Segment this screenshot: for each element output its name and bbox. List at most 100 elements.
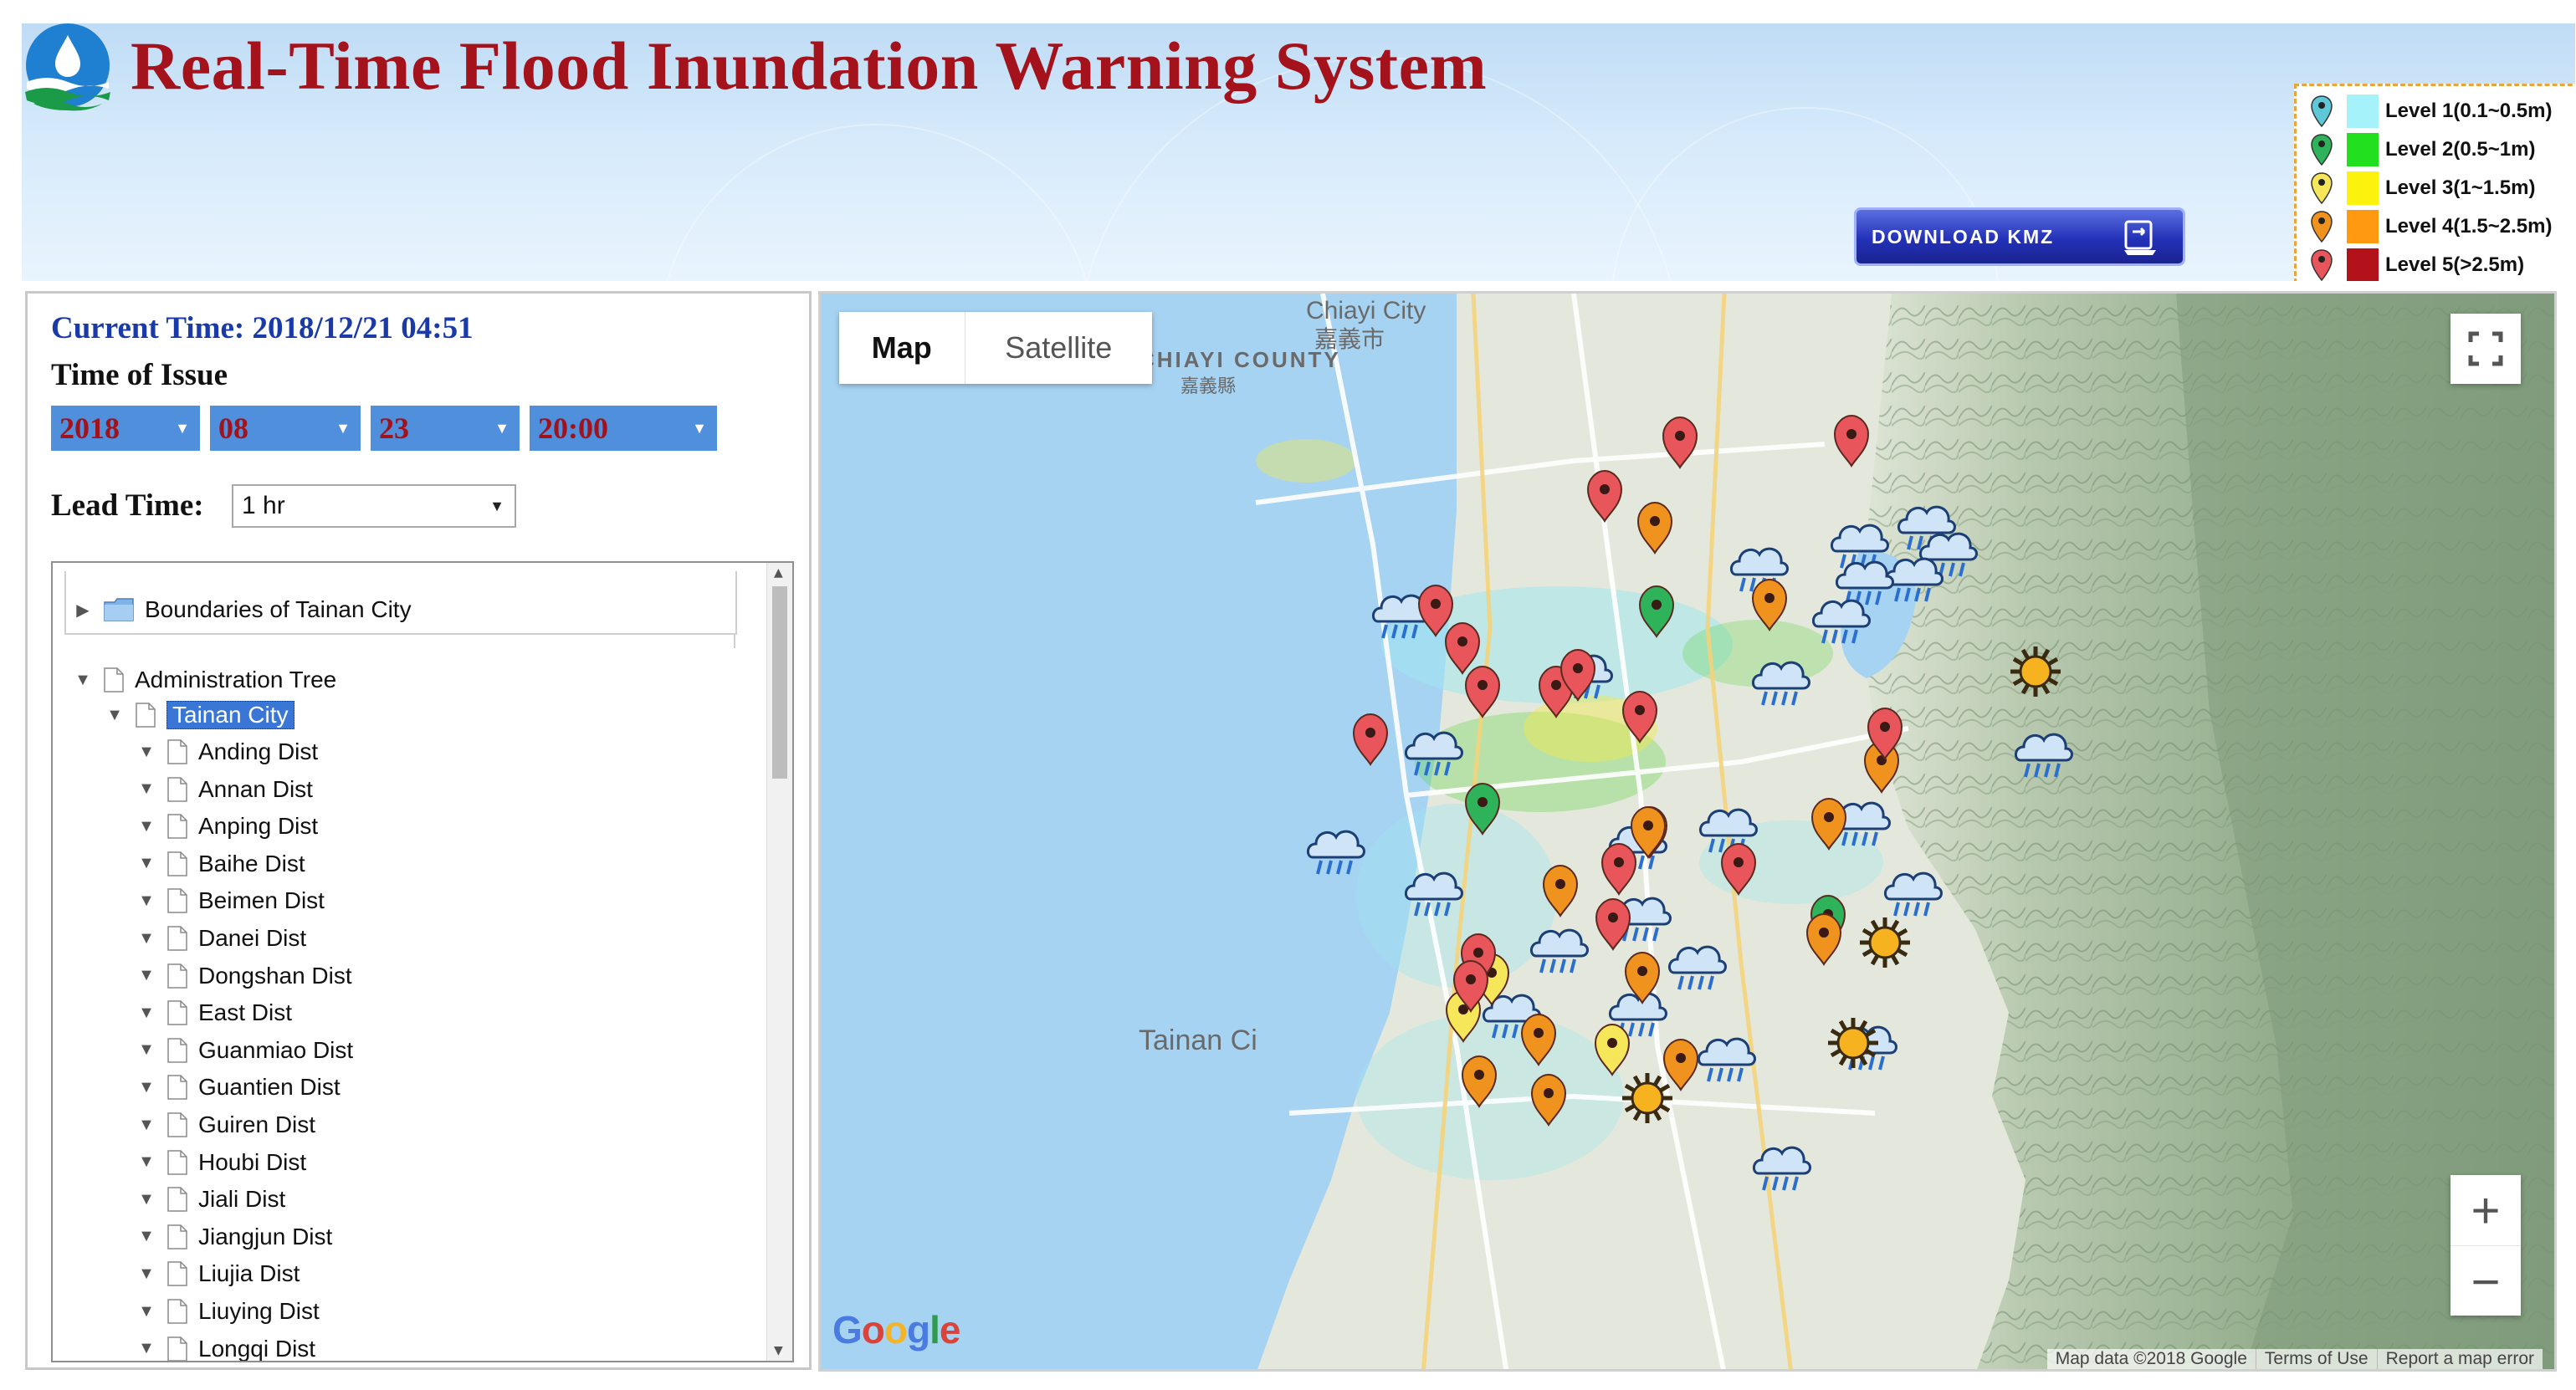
tree-node-district[interactable]: ▼ Baihe Dist	[136, 846, 305, 882]
report-map-error-link[interactable]: Report a map error	[2376, 1349, 2543, 1369]
google-logo-letter: G	[832, 1308, 863, 1352]
map-canvas[interactable]: CHIAYI COUNTY 嘉義縣 Chiayi City 嘉義市 Tainan…	[821, 294, 2557, 1372]
year-select[interactable]: 2018 ▼	[51, 406, 200, 451]
tree-node-district[interactable]: ▼ Danei Dist	[136, 920, 306, 957]
fullscreen-button[interactable]	[2451, 314, 2521, 384]
tree-node-district[interactable]: ▼ Liujia Dist	[136, 1255, 300, 1292]
tree-node-district[interactable]: ▼ Guantien Dist	[136, 1069, 341, 1106]
map-label-chiayi-city-zh: 嘉義市	[1314, 326, 1385, 352]
collapse-arrow-icon[interactable]: ▼	[136, 1190, 156, 1209]
scroll-up-arrow-icon[interactable]: ▲	[774, 566, 783, 580]
document-icon	[167, 851, 187, 876]
tree-node-district[interactable]: ▼ Jiangjun Dist	[136, 1219, 332, 1255]
tree-label: Longqi Dist	[198, 1335, 316, 1362]
tree-label: Baihe Dist	[198, 850, 305, 876]
tree-scrollbar[interactable]: ▲ ▼	[766, 563, 792, 1361]
fullscreen-icon	[2468, 331, 2503, 366]
document-icon	[167, 1261, 187, 1287]
document-icon	[167, 1149, 187, 1175]
collapse-arrow-icon[interactable]: ▼	[136, 966, 156, 985]
tree-node-administration[interactable]: ▼ Administration Tree	[73, 662, 336, 698]
hour-select[interactable]: 20:00 ▼	[530, 406, 717, 451]
tree-node-district[interactable]: ▼ East Dist	[136, 994, 292, 1031]
tree-label: East Dist	[198, 999, 293, 1026]
collapse-arrow-icon[interactable]: ▼	[105, 706, 125, 725]
terms-of-use-link[interactable]: Terms of Use	[2255, 1349, 2377, 1369]
legend-swatch	[2347, 133, 2379, 166]
flood-level-legend: Level 1(0.1~0.5m) Level 2(0.5~1m) Level …	[2294, 84, 2575, 281]
month-value: 08	[218, 411, 248, 445]
scroll-down-arrow-icon[interactable]: ▼	[774, 1344, 783, 1357]
tree-label: Liuying Dist	[198, 1298, 320, 1324]
tree-label-selected: Tainan City	[166, 701, 294, 729]
legend-swatch	[2347, 248, 2379, 281]
map-pin-icon	[2311, 211, 2333, 243]
tree-node-district[interactable]: ▼ Longqi Dist	[136, 1331, 316, 1362]
google-logo: Google	[832, 1307, 960, 1352]
map-type-map-button[interactable]: Map	[839, 312, 965, 384]
collapse-arrow-icon[interactable]: ▼	[136, 1265, 156, 1284]
tree-node-tainan-city[interactable]: ▼ Tainan City	[105, 697, 294, 733]
google-logo-letter: g	[907, 1308, 930, 1352]
tree-node-district[interactable]: ▼ Annan Dist	[136, 771, 313, 808]
tree-label: Annan Dist	[198, 775, 313, 802]
scrollbar-thumb[interactable]	[772, 586, 787, 779]
tree-node-district[interactable]: ▼ Jiali Dist	[136, 1181, 285, 1218]
collapse-arrow-icon[interactable]: ▼	[136, 1302, 156, 1321]
map-attribution: Map data ©2018 Google Terms of Use Repor…	[2046, 1349, 2543, 1369]
download-kmz-label: DOWNLOAD KMZ	[1872, 225, 2055, 248]
collapse-arrow-icon[interactable]: ▼	[136, 1040, 156, 1060]
map-view[interactable]: CHIAYI COUNTY 嘉義縣 Chiayi City 嘉義市 Tainan…	[818, 291, 2557, 1372]
map-type-satellite-button[interactable]: Satellite	[964, 312, 1152, 384]
day-value: 23	[379, 411, 409, 445]
collapse-arrow-icon[interactable]: ▼	[136, 1339, 156, 1358]
tree-node-district[interactable]: ▼ Beimen Dist	[136, 882, 325, 919]
legend-swatch	[2347, 171, 2379, 205]
tree-node-district[interactable]: ▼ Anping Dist	[136, 808, 318, 845]
header-watermark	[658, 124, 1096, 281]
collapse-arrow-icon[interactable]: ▼	[136, 892, 156, 911]
tree-node-district[interactable]: ▼ Dongshan Dist	[136, 958, 352, 994]
collapse-arrow-icon[interactable]: ▼	[136, 1152, 156, 1172]
tree-node-district[interactable]: ▼ Guanmiao Dist	[136, 1032, 353, 1069]
download-icon	[2124, 220, 2156, 255]
collapse-arrow-icon[interactable]: ▼	[136, 1004, 156, 1023]
legend-row-level-3: Level 3(1~1.5m)	[2310, 170, 2535, 207]
zoom-out-button[interactable]: −	[2451, 1246, 2521, 1316]
tree-node-district[interactable]: ▼ Liuying Dist	[136, 1293, 320, 1330]
legend-row-level-2: Level 2(0.5~1m)	[2310, 131, 2535, 168]
collapse-arrow-icon[interactable]: ▼	[136, 1116, 156, 1135]
month-select[interactable]: 08 ▼	[210, 406, 361, 451]
collapse-arrow-icon[interactable]: ▼	[73, 671, 93, 690]
tree-label: Danei Dist	[198, 925, 307, 951]
google-logo-letter: o	[883, 1308, 908, 1352]
day-select[interactable]: 23 ▼	[371, 406, 520, 451]
layer-tree: ▶ Boundaries of Tainan City ▼ Administra…	[51, 561, 794, 1362]
hour-value: 20:00	[538, 411, 608, 445]
zoom-in-button[interactable]: +	[2451, 1175, 2521, 1246]
tree-label: Beimen Dist	[198, 887, 325, 914]
collapse-arrow-icon[interactable]: ▼	[136, 779, 156, 799]
collapse-arrow-icon[interactable]: ▼	[136, 1227, 156, 1246]
collapse-arrow-icon[interactable]: ▼	[136, 817, 156, 836]
tree-node-boundaries[interactable]: ▶ Boundaries of Tainan City	[73, 591, 411, 628]
collapse-arrow-icon[interactable]: ▼	[136, 743, 156, 762]
app-header: Real-Time Flood Inundation Warning Syste…	[22, 23, 2575, 281]
document-icon	[167, 1224, 187, 1249]
collapse-arrow-icon[interactable]: ▼	[136, 854, 156, 873]
document-icon	[167, 926, 187, 951]
tree-node-district[interactable]: ▼ Houbi Dist	[136, 1144, 306, 1181]
google-logo-letter: o	[861, 1308, 885, 1352]
legend-label: Level 4(1.5~2.5m)	[2385, 215, 2553, 238]
tree-node-district[interactable]: ▼ Anding Dist	[136, 733, 318, 770]
download-kmz-button[interactable]: DOWNLOAD KMZ	[1854, 207, 2185, 266]
map-pin-icon	[2311, 95, 2333, 128]
document-icon	[167, 1038, 187, 1063]
expand-arrow-icon[interactable]: ▶	[73, 600, 93, 621]
collapse-arrow-icon[interactable]: ▼	[136, 929, 156, 948]
tree-node-district[interactable]: ▼ Guiren Dist	[136, 1106, 315, 1143]
collapse-arrow-icon[interactable]: ▼	[136, 1078, 156, 1097]
legend-row-level-5: Level 5(>2.5m)	[2310, 247, 2524, 281]
document-icon	[167, 1000, 187, 1025]
lead-time-select[interactable]: 1 hr ▼	[232, 484, 516, 528]
